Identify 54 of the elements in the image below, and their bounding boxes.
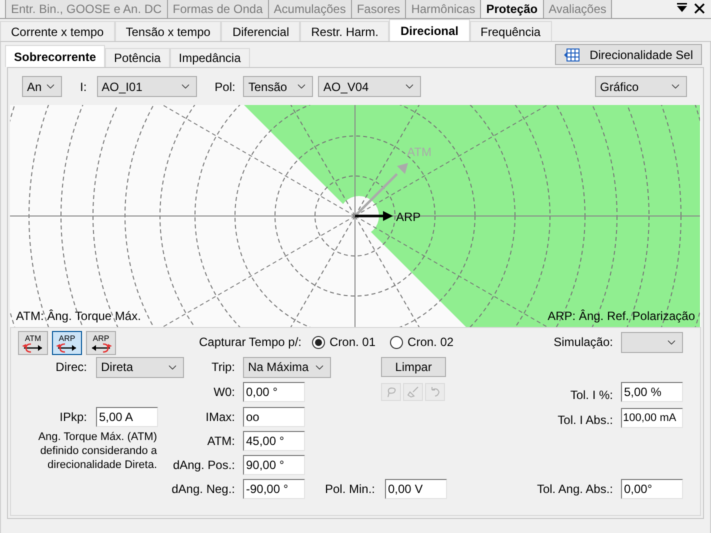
field-label: IPkp: <box>60 408 87 426</box>
field-label: Simulação: <box>554 334 613 351</box>
angle-field[interactable]: -90,00 ° <box>243 479 305 499</box>
directionality-button[interactable]: Direcionalidade Sel <box>554 44 702 65</box>
module-tab[interactable]: Diferencial <box>221 21 300 41</box>
field-label: Tol. I Abs.: <box>558 412 613 429</box>
w0-field[interactable]: 0,00 ° <box>243 382 305 402</box>
field-label: Direc: <box>56 359 87 376</box>
legend-text: ATM: Âng. Torque Máx. <box>16 308 141 325</box>
pickup-current-field[interactable]: 5,00 A <box>96 406 158 426</box>
legend-text: ARP: Âng. Ref. Polarização <box>548 308 695 325</box>
angle-tolerance-field[interactable]: 0,00° <box>621 479 683 499</box>
note-text: Ang. Torque Máx. (ATM) definido considerando a direcionalidade Direta. <box>37 430 157 472</box>
mode-toggle-button[interactable]: ATM <box>18 331 48 355</box>
field-label: Capturar Tempo p/: <box>199 334 302 351</box>
sub-tab[interactable]: Impedância <box>170 48 250 67</box>
field-label: W0: <box>214 384 235 401</box>
field-label: Tol. I %: <box>570 387 613 404</box>
trip-select[interactable]: Na Máxima <box>243 356 331 378</box>
view-select[interactable]: Gráfico <box>595 76 687 97</box>
radio-option[interactable]: Cron. 01 <box>312 333 376 351</box>
tolerance-field[interactable]: 100,00 mA <box>621 408 683 428</box>
module-tab[interactable]: Restr. Harm. <box>300 21 390 41</box>
sub-tab[interactable]: Sobrecorrente <box>5 45 106 67</box>
field-label: Pol: <box>214 78 236 96</box>
field-label: dAng. Pos.: <box>172 457 235 474</box>
polarization-type-select[interactable]: Tensão <box>243 76 314 97</box>
min-polarization-field[interactable]: 0,00 V <box>385 479 447 499</box>
module-tab[interactable]: Direcional <box>389 19 470 41</box>
mode-toggle-button[interactable]: ARP <box>52 331 82 355</box>
angle-field[interactable]: 90,00 ° <box>243 455 305 475</box>
max-current-field[interactable]: oo <box>243 406 305 426</box>
field-label: IMax: <box>206 408 235 426</box>
field-label: dAng. Neg.: <box>172 481 235 498</box>
polarization-channel-select[interactable]: AO_V04 <box>318 76 422 97</box>
field-label: Tol. Ang. Abs.: <box>536 481 613 498</box>
current-select[interactable]: AO_I01 <box>96 76 197 97</box>
module-tab[interactable]: Frequência <box>470 21 552 41</box>
arp-arrow-label: ARP <box>396 210 421 224</box>
field-label: I: <box>80 78 87 96</box>
field-label: Pol. Min.: <box>324 481 375 498</box>
tolerance-field[interactable]: 5,00 % <box>621 382 683 402</box>
torque-angle-field[interactable]: 45,00 ° <box>243 431 305 451</box>
field-label: Trip: <box>211 359 235 376</box>
module-tab[interactable]: Corrente x tempo <box>0 21 115 41</box>
atm-arrow-label: ATM <box>407 145 432 159</box>
phase-select[interactable]: An <box>22 76 62 97</box>
field-label: ATM: <box>207 433 235 450</box>
module-tab[interactable]: Tensão x tempo <box>114 21 222 41</box>
clear-button[interactable]: Limpar <box>381 357 446 377</box>
direction-select[interactable]: Direta <box>96 356 184 378</box>
radio-option[interactable]: Cron. 02 <box>390 333 454 351</box>
sub-tab[interactable]: Potência <box>105 48 170 67</box>
mode-toggle-button[interactable]: ARP <box>86 331 116 355</box>
